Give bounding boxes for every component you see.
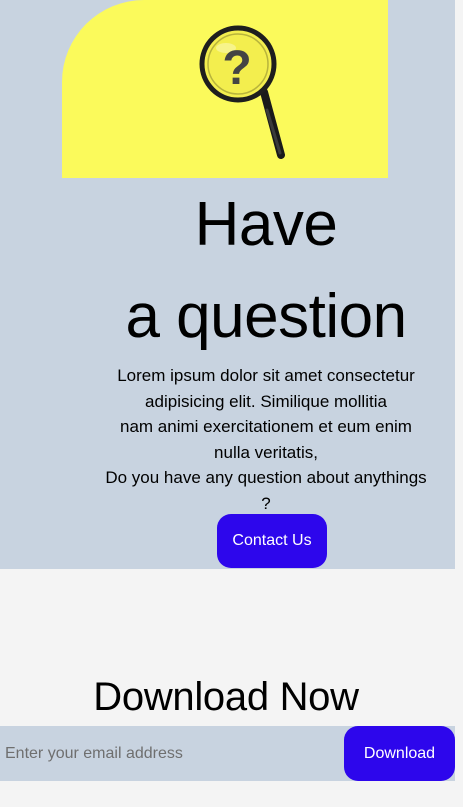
download-title: Download Now <box>93 675 359 719</box>
hero-description-line: adipisicing elit. Similique mollitia <box>145 391 387 411</box>
hero-description-line: nam animi exercitationem et eum enim <box>120 417 412 436</box>
contact-us-button[interactable]: Contact Us <box>217 514 327 568</box>
email-input[interactable] <box>0 726 206 781</box>
hero-description-line: nulla veritatis, <box>214 442 318 462</box>
hero-description-line: Do you have any question about anythings <box>105 468 427 487</box>
hero-title-line-1: Have <box>194 190 338 259</box>
question-mark-glyph: ? <box>222 42 251 95</box>
hero-description: Lorem ipsum dolor sit amet consectetur a… <box>76 363 456 516</box>
magnifying-glass-question-icon: ? <box>199 25 285 159</box>
hero-image: ? <box>62 0 388 178</box>
hero-title-line-2: a question <box>125 282 407 351</box>
hero-section: ? Have a question Lorem ipsum dolor sit … <box>0 0 455 569</box>
hero-description-line: ? <box>261 493 271 513</box>
download-button[interactable]: Download <box>344 726 455 781</box>
subscribe-bar: Download <box>0 726 455 781</box>
hero-description-line: Lorem ipsum dolor sit amet consectetur <box>117 366 415 385</box>
